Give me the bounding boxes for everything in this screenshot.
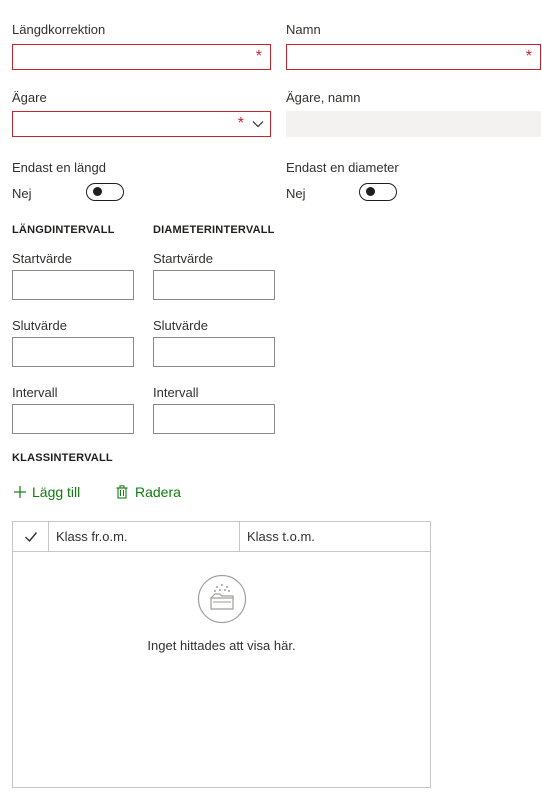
endast-diameter-toggle[interactable]	[359, 183, 397, 201]
chevron-down-icon[interactable]	[252, 118, 264, 130]
required-icon: *	[255, 48, 262, 65]
agare-namn-field	[286, 111, 541, 137]
grid-header: Klass fr.o.m. Klass t.o.m.	[13, 522, 431, 552]
endast-langd-label: Endast en längd	[12, 160, 106, 175]
namn-input[interactable]: *	[286, 44, 541, 70]
langdintervall-heading: LÄNGDINTERVALL	[12, 224, 115, 236]
delete-button[interactable]: Radera	[116, 484, 181, 500]
endast-langd-state: Nej	[12, 186, 32, 201]
agare-namn-label: Ägare, namn	[286, 90, 361, 105]
diameter-slut-input[interactable]	[153, 337, 275, 367]
agare-select[interactable]: *	[12, 111, 271, 137]
langdkorrektion-label: Längdkorrektion	[12, 22, 106, 37]
agare-label: Ägare	[12, 90, 47, 105]
langd-slut-label: Slutvärde	[12, 318, 67, 333]
endast-diameter-state: Nej	[286, 186, 306, 201]
langd-start-label: Startvärde	[12, 251, 72, 266]
langd-slut-input[interactable]	[12, 337, 134, 367]
empty-folder-icon	[197, 574, 247, 624]
trash-icon	[116, 485, 128, 499]
namn-label: Namn	[286, 22, 321, 37]
diameter-start-input[interactable]	[153, 270, 275, 300]
diameter-intervall-label: Intervall	[153, 385, 199, 400]
endast-diameter-label: Endast en diameter	[286, 160, 399, 175]
langd-intervall-input[interactable]	[12, 404, 134, 434]
diameter-intervall-input[interactable]	[153, 404, 275, 434]
langdkorrektion-input[interactable]: *	[12, 44, 271, 70]
required-icon: *	[237, 115, 244, 132]
add-button-label: Lägg till	[32, 484, 81, 500]
empty-state-text: Inget hittades att visa här.	[147, 638, 296, 653]
langd-intervall-label: Intervall	[12, 385, 58, 400]
diameterintervall-heading: DIAMETERINTERVALL	[153, 224, 275, 236]
langd-start-input[interactable]	[12, 270, 134, 300]
endast-langd-toggle[interactable]	[86, 183, 124, 201]
klassintervall-grid: Klass fr.o.m. Klass t.o.m. Inget hittade…	[12, 521, 431, 788]
toggle-knob	[93, 187, 102, 196]
required-icon: *	[525, 48, 532, 65]
toggle-knob	[366, 187, 375, 196]
add-button[interactable]: Lägg till	[13, 484, 80, 500]
select-all-column[interactable]	[13, 522, 49, 551]
delete-button-label: Radera	[135, 484, 181, 500]
diameter-start-label: Startvärde	[153, 251, 213, 266]
plus-icon	[14, 486, 26, 498]
diameter-slut-label: Slutvärde	[153, 318, 208, 333]
column-header-klass-tom[interactable]: Klass t.o.m.	[240, 522, 431, 551]
column-header-klass-from[interactable]: Klass fr.o.m.	[49, 522, 240, 551]
checkmark-icon	[25, 532, 38, 543]
klassintervall-heading: KLASSINTERVALL	[12, 452, 113, 464]
